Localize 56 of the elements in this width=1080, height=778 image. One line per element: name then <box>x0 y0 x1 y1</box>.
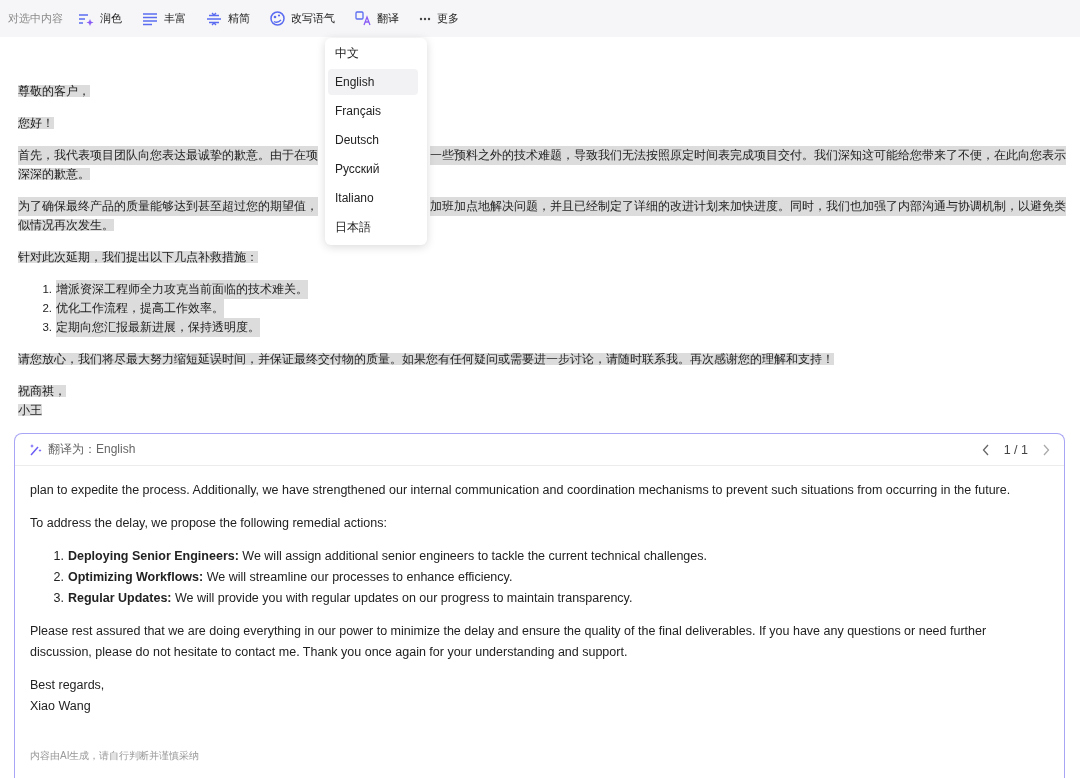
toolbar-button[interactable]: 丰富 <box>135 7 193 30</box>
chevron-left-icon <box>981 443 990 456</box>
page-counter: 1 / 1 <box>1003 442 1028 457</box>
ai-disclaimer: 内容由AI生成，请自行判断并谨慎采纳 <box>30 749 200 763</box>
translate-icon <box>355 11 371 26</box>
selected-text: 似情况再次发生。 <box>18 219 114 231</box>
paragraph: plan to expedite the process. Additionally, we have strengthened our internal communication and coordination mechanisms to prevent such situations from occurring in the future. <box>30 482 1012 499</box>
toolbar-button[interactable]: 更多 <box>412 7 466 30</box>
more-icon <box>419 16 431 21</box>
selected-text: 定期向您汇报最新进展，保持透明度。 <box>56 318 260 337</box>
toolbar-button[interactable]: 润色 <box>71 7 129 30</box>
toolbar-button[interactable]: 改写语气 <box>263 7 342 30</box>
list-item-text: Regular Updates: We will provide you with regular updates on our progress to maintain transparency. <box>68 590 633 607</box>
language-option[interactable]: English <box>328 69 418 95</box>
closing-text: Best regards, <box>30 678 105 692</box>
selected-text: 优化工作流程，提高工作效率。 <box>56 299 224 318</box>
language-option[interactable]: Italiano <box>328 185 418 211</box>
toolbar-button[interactable]: 精简 <box>199 7 257 30</box>
palette-icon <box>270 11 285 26</box>
previous-button[interactable] <box>981 443 990 456</box>
language-option[interactable]: 中文 <box>328 40 418 66</box>
selected-text: 首先，我代表项目团队向您表达最诚挚的歉意。由于在项 <box>18 146 318 165</box>
toolbar-button[interactable]: 翻译 <box>348 7 406 30</box>
magic-wand-icon <box>29 443 42 456</box>
panel-title: 翻译为：English <box>48 441 137 458</box>
sparkle-lines-icon <box>78 11 94 26</box>
closing-text: Xiao Wang <box>30 699 91 713</box>
lines-icon <box>142 11 158 26</box>
list-number: 3. <box>52 590 64 607</box>
selected-text: 为了确保最终产品的质量能够达到甚至超过您的期望值， <box>18 197 318 216</box>
selected-text: 请您放心，我们将尽最大努力缩短延误时间，并保证最终交付物的质量。如果您有任何疑问或需要进一步讨论，请随时联系我。再次感谢您的理解和支持！ <box>18 353 834 365</box>
language-option[interactable]: 日本語 <box>328 214 418 240</box>
chevron-right-icon <box>1042 443 1050 456</box>
paragraph: To address the delay, we propose the following remedial actions: <box>30 515 388 532</box>
paragraph: Please rest assured that we are doing everything in our power to minimize the delay and ensure the quality of the final deliverables. If you have any questions or need further discussion, please do not hesitate to contact me. Thank you once again for your understanding and support. <box>30 623 988 661</box>
list-number: 3. <box>41 320 52 335</box>
list-number: 2. <box>41 301 52 316</box>
selected-text: 小王 <box>18 404 42 416</box>
selected-text: 您好！ <box>18 117 54 129</box>
language-option[interactable]: Русский <box>328 156 418 182</box>
selected-text: 针对此次延期，我们提出以下几点补救措施： <box>18 251 258 263</box>
selected-text: 加班加点地解决问题，并且已经制定了详细的改进计划来加快进度。同时，我们也加强了内部沟通与协调机制，以避免类 <box>430 197 1066 216</box>
selected-text: 深深的歉意。 <box>18 168 90 180</box>
language-option[interactable]: Deutsch <box>328 127 418 153</box>
selected-text: 增派资深工程师全力攻克当前面临的技术难关。 <box>56 280 308 299</box>
list-number: 2. <box>52 569 64 586</box>
selected-text: 一些预料之外的技术难题，导致我们无法按照原定时间表完成项目交付。我们深知这可能给您带来了不便，在此向您表示 <box>430 146 1066 165</box>
list-item-text: Deploying Senior Engineers: We will assign additional senior engineers to tackle the current technical challenges. <box>68 548 707 565</box>
list-item-text: Optimizing Workflows: We will streamline our processes to enhance efficiency. <box>68 569 513 586</box>
language-option[interactable]: Français <box>328 98 418 124</box>
list-number: 1. <box>52 548 64 565</box>
selected-text: 祝商祺， <box>18 385 66 397</box>
toolbar-label: 对选中内容 <box>8 11 63 26</box>
selected-text: 尊敬的客户， <box>18 85 90 97</box>
list-number: 1. <box>41 282 52 297</box>
compress-icon <box>206 11 222 26</box>
